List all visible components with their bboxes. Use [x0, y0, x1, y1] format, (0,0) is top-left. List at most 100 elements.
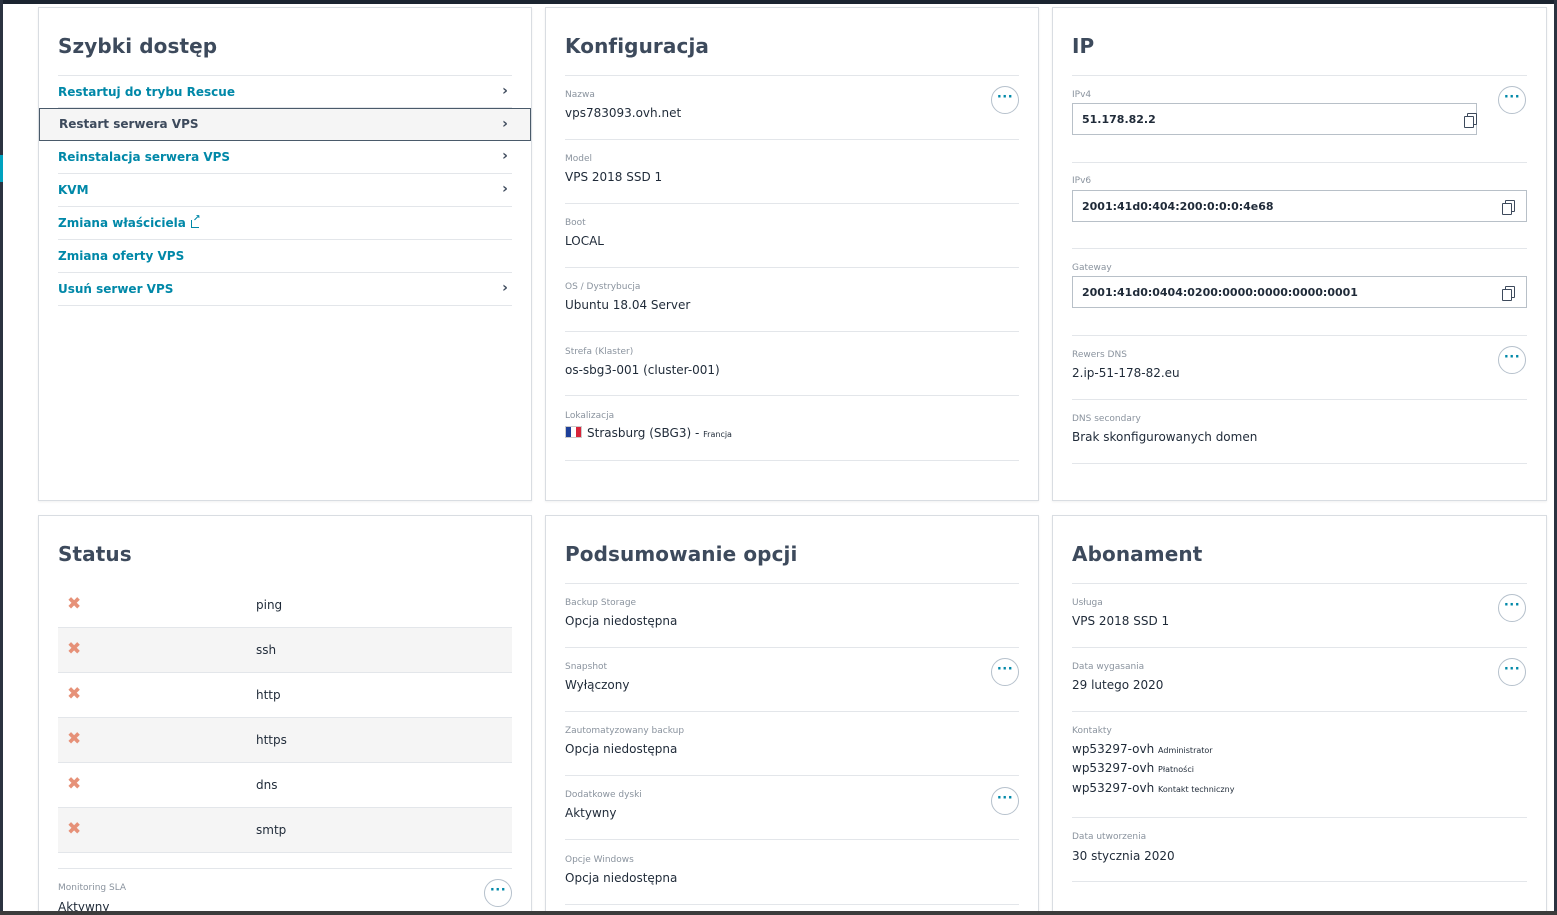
divider: [1072, 881, 1527, 882]
quick-access-item-label: Restartuj do trybu Rescue: [58, 85, 235, 99]
divider: [565, 839, 1019, 840]
config-zone-value: os-sbg3-001 (cluster-001): [565, 363, 720, 377]
quick-access-delete-vps[interactable]: Usuń serwer VPS ›: [58, 273, 512, 306]
ipv4-field[interactable]: 51.178.82.2: [1072, 103, 1477, 135]
left-edge-accent: [0, 155, 3, 182]
status-service-name: http: [256, 688, 281, 702]
status-row-smtp: ✖ smtp: [58, 808, 512, 853]
gateway-label: Gateway: [1072, 263, 1112, 273]
divider: [565, 75, 1019, 76]
monitoring-sla-more-button[interactable]: ···: [484, 879, 512, 907]
expiry-more-button[interactable]: ···: [1498, 658, 1526, 686]
reverse-dns-more-button[interactable]: ···: [1498, 346, 1526, 374]
status-service-name: ssh: [256, 643, 277, 657]
config-name-label: Nazwa: [565, 90, 595, 100]
status-row-ping: ✖ ping: [58, 583, 512, 628]
service-more-button[interactable]: ···: [1498, 594, 1526, 622]
divider: [1072, 162, 1527, 163]
divider: [565, 775, 1019, 776]
chevron-right-icon: ›: [502, 83, 508, 99]
contact-billing: wp53297-ovh Płatności: [1072, 761, 1194, 775]
status-row-http: ✖ http: [58, 673, 512, 718]
chevron-right-icon: ›: [502, 181, 508, 197]
copy-icon[interactable]: [1502, 200, 1515, 215]
error-x-icon: ✖: [67, 594, 82, 614]
status-row-dns: ✖ dns: [58, 763, 512, 808]
quick-access-kvm[interactable]: KVM ›: [58, 174, 512, 207]
copy-icon[interactable]: [1464, 113, 1477, 128]
ip-card: IP IPv4 51.178.82.2 ··· IPv6 2001:41d0:4…: [1052, 7, 1547, 501]
quick-access-change-owner[interactable]: Zmiana właściciela: [58, 207, 512, 240]
service-label: Usługa: [1072, 598, 1103, 608]
ipv4-label: IPv4: [1072, 90, 1092, 100]
options-summary-title: Podsumowanie opcji: [565, 542, 798, 566]
external-link-icon: [190, 214, 201, 228]
quick-access-change-offer[interactable]: Zmiana oferty VPS: [58, 240, 512, 273]
divider: [1072, 335, 1527, 336]
config-model-label: Model: [565, 154, 593, 164]
creation-date-value: 30 stycznia 2020: [1072, 849, 1175, 863]
ipv6-field[interactable]: 2001:41d0:404:200:0:0:0:4e68: [1072, 190, 1527, 222]
france-flag-icon: [565, 426, 582, 438]
quick-access-vps-restart[interactable]: Restart serwera VPS ›: [39, 108, 531, 141]
quick-access-item-label: Reinstalacja serwera VPS: [58, 150, 231, 164]
configuration-card: Konfiguracja Nazwa vps783093.ovh.net ···…: [545, 7, 1039, 501]
subscription-title: Abonament: [1072, 542, 1203, 566]
divider: [565, 460, 1019, 461]
chevron-right-icon: ›: [502, 280, 508, 296]
status-title: Status: [58, 542, 132, 566]
ipv4-more-button[interactable]: ···: [1498, 86, 1526, 114]
reverse-dns-label: Rewers DNS: [1072, 350, 1127, 360]
options-summary-card: Podsumowanie opcji Backup Storage Opcja …: [545, 515, 1039, 915]
windows-options-value: Opcja niedostępna: [565, 871, 678, 885]
ipv6-label: IPv6: [1072, 176, 1092, 186]
location-country: Francja: [703, 430, 732, 439]
quick-access-item-label: KVM: [58, 183, 89, 197]
monitoring-sla-label: Monitoring SLA: [58, 883, 127, 893]
contact-name: wp53297-ovh: [1072, 742, 1155, 756]
config-boot-label: Boot: [565, 218, 586, 228]
divider: [565, 583, 1019, 584]
contacts-label: Kontakty: [1072, 726, 1112, 736]
gateway-field[interactable]: 2001:41d0:0404:0200:0000:0000:0000:0001: [1072, 276, 1527, 308]
config-name-more-button[interactable]: ···: [991, 86, 1019, 114]
quick-access-item-label: Usuń serwer VPS: [58, 282, 174, 296]
additional-disks-label: Dodatkowe dyski: [565, 790, 642, 800]
status-card: Status ✖ ping ✖ ssh ✖ http ✖ https ✖ dns…: [38, 515, 532, 915]
contact-name: wp53297-ovh: [1072, 781, 1155, 795]
top-bar: [0, 0, 1557, 4]
config-location-value: Strasburg (SBG3) - Francja: [565, 426, 732, 440]
copy-icon[interactable]: [1502, 286, 1515, 301]
creation-date-label: Data utworzenia: [1072, 832, 1147, 842]
divider: [58, 868, 512, 869]
gateway-value: 2001:41d0:0404:0200:0000:0000:0000:0001: [1082, 286, 1358, 299]
quick-access-reinstall[interactable]: Reinstalacja serwera VPS ›: [58, 141, 512, 174]
status-row-ssh: ✖ ssh: [58, 628, 512, 673]
contact-role: Administrator: [1158, 746, 1213, 755]
subscription-card: Abonament Usługa VPS 2018 SSD 1 ··· Data…: [1052, 515, 1547, 915]
config-location-label: Lokalizacja: [565, 411, 615, 421]
divider: [565, 395, 1019, 396]
quick-access-title: Szybki dostęp: [58, 34, 218, 58]
quick-access-card: Szybki dostęp Restartuj do trybu Rescue …: [38, 7, 532, 501]
backup-storage-value: Opcja niedostępna: [565, 614, 678, 628]
snapshot-more-button[interactable]: ···: [991, 658, 1019, 686]
additional-disks-more-button[interactable]: ···: [991, 787, 1019, 815]
divider: [565, 139, 1019, 140]
error-x-icon: ✖: [67, 639, 82, 659]
status-service-name: dns: [256, 778, 278, 792]
service-value: VPS 2018 SSD 1: [1072, 614, 1170, 628]
quick-access-item-label: Restart serwera VPS: [59, 117, 199, 131]
backup-storage-label: Backup Storage: [565, 598, 637, 608]
divider: [1072, 399, 1527, 400]
quick-access-rescue-restart[interactable]: Restartuj do trybu Rescue ›: [58, 75, 512, 108]
config-os-value: Ubuntu 18.04 Server: [565, 298, 691, 312]
location-city: Strasburg (SBG3): [587, 426, 692, 440]
error-x-icon: ✖: [67, 819, 82, 839]
divider: [1072, 583, 1527, 584]
config-zone-label: Strefa (Klaster): [565, 347, 634, 357]
chevron-right-icon: ›: [502, 116, 508, 132]
divider: [1072, 463, 1527, 464]
windows-options-label: Opcje Windows: [565, 855, 634, 865]
chevron-right-icon: ›: [502, 148, 508, 164]
